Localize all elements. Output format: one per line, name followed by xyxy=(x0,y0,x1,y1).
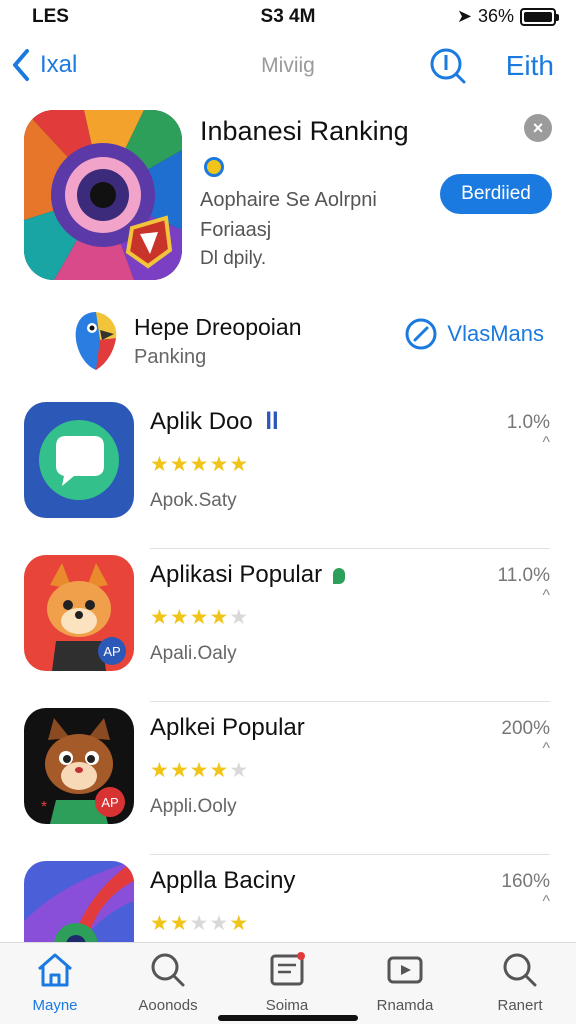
svg-text:AP: AP xyxy=(103,644,120,659)
info-search-icon[interactable] xyxy=(428,46,468,86)
close-button[interactable]: × xyxy=(524,114,552,142)
search-icon xyxy=(503,953,537,987)
list-item[interactable]: Aplik Doo ll ★★★★★ Apok.Saty 1.0% ^ xyxy=(0,396,576,549)
tab-bar: Mayne Aoonods Soima Rnamda Ranert xyxy=(0,942,576,1024)
list-item[interactable]: AP Aplikasi Popular ★★★★★ Apali.Oaly 11.… xyxy=(0,549,576,702)
app-subtitle: Apali.Oaly xyxy=(150,643,237,664)
svg-text:*: * xyxy=(41,799,47,816)
tab-search[interactable]: Aoonods xyxy=(118,951,218,1014)
status-indicators: ➤ 36% xyxy=(456,6,559,27)
featured-meta: Dl dpily. xyxy=(200,248,267,269)
chevron-up-icon[interactable]: ^ xyxy=(542,434,550,452)
featured-title: Inbanesi Ranking xyxy=(200,114,440,182)
search-icon xyxy=(151,953,185,987)
edit-button[interactable]: Eith xyxy=(506,50,554,82)
fox-character-icon: AP xyxy=(24,555,134,671)
battery-percent: 36% xyxy=(477,6,514,26)
get-button[interactable]: Berdiied xyxy=(440,174,552,214)
app-title: Aplkei Popular xyxy=(150,714,305,741)
promo-link-label: VlasMans xyxy=(447,321,544,346)
app-subtitle: Appli.Ooly xyxy=(150,796,237,817)
tab-label: Mayne xyxy=(32,997,78,1014)
star-rating: ★★★★★ xyxy=(150,912,250,935)
star-rating: ★★★★★ xyxy=(150,453,250,476)
app-list: Aplik Doo ll ★★★★★ Apok.Saty 1.0% ^ AP A… xyxy=(0,396,576,1008)
compass-icon xyxy=(405,318,437,350)
tab-label: Rnamda xyxy=(376,997,434,1014)
app-percent: 11.0% xyxy=(497,565,550,586)
app-title: Aplikasi Popular xyxy=(150,561,345,589)
app-title: Applla Baciny xyxy=(150,867,296,894)
parrot-icon xyxy=(70,308,122,372)
promo-link[interactable]: VlasMans xyxy=(405,318,544,350)
promo-subtitle: Panking xyxy=(134,346,207,368)
pin-icon xyxy=(332,567,345,584)
promo-title: Hepe Dreopoian xyxy=(134,314,302,340)
tab-label: Ranert xyxy=(497,997,543,1014)
battery-icon xyxy=(520,7,559,26)
badge-icon xyxy=(204,156,224,177)
home-indicator xyxy=(218,1015,358,1021)
page-title: Miviig xyxy=(261,54,315,77)
chevron-up-icon[interactable]: ^ xyxy=(542,893,550,911)
tab-label: Aoonods xyxy=(138,997,198,1014)
app-icon xyxy=(24,110,182,280)
featured-subtitle: Aophaire Se Aolrpni Foriaasj xyxy=(200,189,377,241)
home-icon xyxy=(38,953,72,987)
chevron-up-icon[interactable]: ^ xyxy=(542,740,550,758)
tab-home[interactable]: Mayne xyxy=(5,951,105,1014)
tab-report[interactable]: Ranert xyxy=(470,951,570,1014)
video-icon xyxy=(387,956,423,984)
app-title: Aplik Doo ll xyxy=(150,408,279,435)
app-percent: 160% xyxy=(501,871,550,892)
bars-icon: ll xyxy=(265,408,279,435)
navigation-bar: Ixal Miviig Eith xyxy=(0,40,576,90)
app-percent: 200% xyxy=(501,718,550,739)
list-item[interactable]: AP * Aplkei Popular ★★★★★ Appli.Ooly 200… xyxy=(0,702,576,855)
squirrel-character-icon: AP * xyxy=(24,708,134,824)
chevron-up-icon[interactable]: ^ xyxy=(542,587,550,605)
svg-text:AP: AP xyxy=(101,795,118,810)
promo-row[interactable]: Hepe Dreopoian Panking VlasMans xyxy=(0,300,576,380)
notes-icon xyxy=(270,952,305,986)
featured-app-card[interactable]: Inbanesi Ranking Aophaire Se Aolrpni For… xyxy=(0,100,576,290)
chat-bubble-icon xyxy=(24,402,134,518)
tab-video[interactable]: Rnamda xyxy=(355,951,455,1014)
status-bar: LES S3 4M ➤ 36% xyxy=(0,0,576,34)
app-subtitle: Apok.Saty xyxy=(150,490,237,511)
app-percent: 1.0% xyxy=(506,412,550,433)
location-icon: ➤ xyxy=(456,6,472,26)
tab-notes[interactable]: Soima xyxy=(237,951,337,1014)
tab-label: Soima xyxy=(265,997,309,1014)
star-rating: ★★★★★ xyxy=(150,759,250,782)
star-rating: ★★★★★ xyxy=(150,606,250,629)
